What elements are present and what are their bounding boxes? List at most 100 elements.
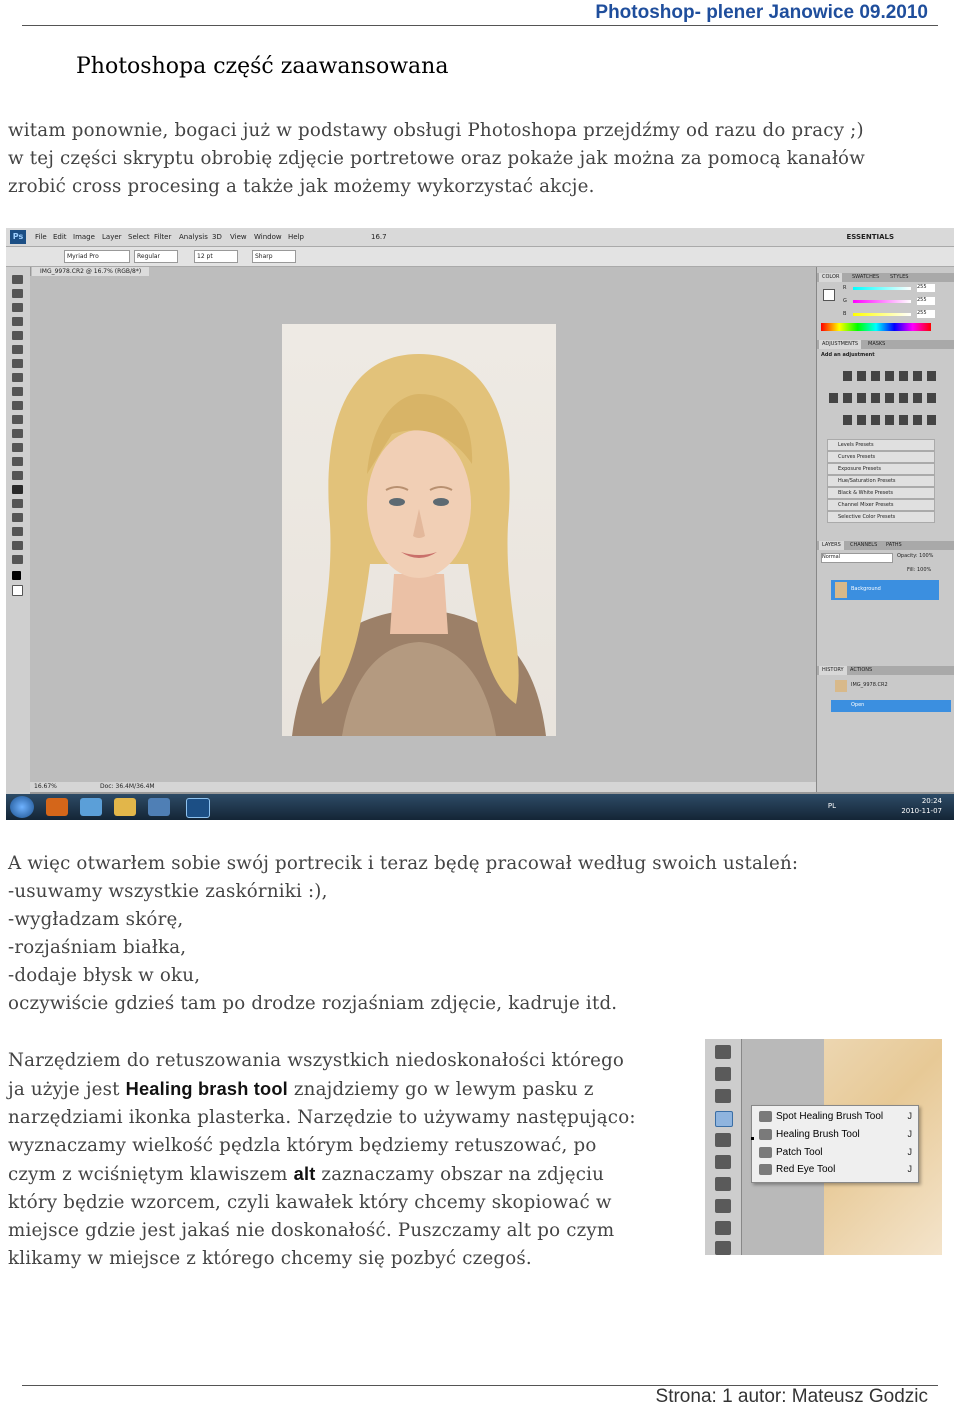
opacity-field[interactable]: Opacity: 100% <box>897 553 933 559</box>
font-family-select[interactable]: Myriad Pro <box>64 250 130 263</box>
flyout-item-spot-healing[interactable]: Spot Healing Brush Tool <box>776 1111 883 1122</box>
document-tab[interactable]: IMG_9978.CR2 @ 16.7% (RGB/8*) <box>32 267 150 276</box>
steps-line: -rozjaśniam białka, <box>8 937 187 958</box>
menu-item-3d[interactable]: 3D <box>212 233 222 241</box>
preset-item[interactable]: Curves Presets <box>827 451 935 463</box>
color-swatch-icon[interactable] <box>823 289 835 301</box>
eraser-tool-icon[interactable] <box>715 1199 731 1213</box>
channel-r-slider[interactable] <box>853 287 911 290</box>
preset-item[interactable]: Black & White Presets <box>827 487 935 499</box>
layer-row-background[interactable]: Background <box>831 580 939 600</box>
tab-swatches[interactable]: SWATCHES <box>849 273 882 282</box>
menu-item-window[interactable]: Window <box>254 233 282 241</box>
blend-mode-select[interactable]: Normal <box>821 553 893 563</box>
status-zoom[interactable]: 16.67% <box>34 782 57 792</box>
marquee-tool-icon[interactable] <box>12 289 23 298</box>
dodge-tool-icon[interactable] <box>12 457 23 466</box>
menu-item-image[interactable]: Image <box>73 233 95 241</box>
stamp-tool-icon[interactable] <box>715 1155 731 1169</box>
font-size-select[interactable]: 12 pt <box>194 250 238 263</box>
crop-tool-icon[interactable] <box>12 331 23 340</box>
brush-tool-icon[interactable] <box>715 1133 731 1147</box>
flyout-item-patch[interactable]: Patch Tool <box>776 1147 823 1158</box>
preset-item[interactable]: Hue/Saturation Presets <box>827 475 935 487</box>
flyout-item-red-eye[interactable]: Red Eye Tool <box>776 1164 835 1175</box>
tab-history[interactable]: HISTORY <box>819 666 847 675</box>
quick-select-tool-icon[interactable] <box>715 1045 731 1059</box>
quick-select-tool-icon[interactable] <box>12 317 23 326</box>
menu-item-layer[interactable]: Layer <box>102 233 122 241</box>
history-snapshot[interactable]: IMG_9978.CR2 <box>831 679 939 693</box>
antialias-select[interactable]: Sharp <box>252 250 296 263</box>
color-ramp[interactable] <box>821 323 931 331</box>
workspace-switcher[interactable]: ESSENTIALS <box>847 233 895 241</box>
language-indicator[interactable]: PL <box>828 802 836 810</box>
tab-masks[interactable]: MASKS <box>865 340 888 349</box>
eyedropper-tool-icon[interactable] <box>715 1089 731 1103</box>
adjustment-icons-row-1[interactable] <box>843 371 937 381</box>
history-step[interactable]: Open <box>831 700 951 712</box>
hand-tool-icon[interactable] <box>12 541 23 550</box>
blur-tool-icon[interactable] <box>12 443 23 452</box>
path-select-tool-icon[interactable] <box>12 499 23 508</box>
pen-tool-icon[interactable] <box>12 471 23 480</box>
document-tabs: IMG_9978.CR2 @ 16.7% (RGB/8*) <box>30 267 816 276</box>
folder-icon[interactable] <box>114 798 136 816</box>
start-button-icon[interactable] <box>10 796 34 818</box>
taskbar-clock[interactable]: 20:24 2010-11-07 <box>901 796 942 816</box>
lasso-tool-icon[interactable] <box>12 303 23 312</box>
tab-channels[interactable]: CHANNELS <box>847 541 880 550</box>
menu-item-select[interactable]: Select <box>128 233 150 241</box>
tab-adjustments[interactable]: ADJUSTMENTS <box>819 340 862 349</box>
preset-item[interactable]: Levels Presets <box>827 439 935 451</box>
3d-rotate-tool-icon[interactable] <box>12 527 23 536</box>
app-icon[interactable] <box>148 798 170 816</box>
foreground-color-icon[interactable] <box>12 571 21 580</box>
paint-bucket-tool-icon[interactable] <box>715 1221 731 1235</box>
history-brush-tool-icon[interactable] <box>715 1177 731 1191</box>
channel-b-value[interactable]: 255 <box>917 310 935 318</box>
tab-actions[interactable]: ACTIONS <box>847 666 875 675</box>
tab-layers[interactable]: LAYERS <box>819 541 844 550</box>
healing-brush-tool-icon[interactable] <box>715 1111 733 1127</box>
flyout-item-healing-brush[interactable]: Healing Brush Tool <box>776 1129 860 1140</box>
menu-item-view[interactable]: View <box>230 233 247 241</box>
menu-item-file[interactable]: File <box>35 233 47 241</box>
menu-item-analysis[interactable]: Analysis <box>179 233 208 241</box>
type-tool-icon[interactable] <box>12 485 23 494</box>
history-brush-tool-icon[interactable] <box>12 401 23 410</box>
menu-item-help[interactable]: Help <box>288 233 304 241</box>
app-icon[interactable] <box>80 798 102 816</box>
channel-b-slider[interactable] <box>853 313 911 316</box>
fill-field[interactable]: Fill: 100% <box>907 567 931 573</box>
menu-item-edit[interactable]: Edit <box>53 233 67 241</box>
preset-item[interactable]: Channel Mixer Presets <box>827 499 935 511</box>
crop-tool-icon[interactable] <box>715 1067 731 1081</box>
brush-tool-icon[interactable] <box>12 373 23 382</box>
shape-tool-icon[interactable] <box>12 513 23 522</box>
channel-g-value[interactable]: 255 <box>917 297 935 305</box>
menu-item-filter[interactable]: Filter <box>154 233 171 241</box>
adjustment-icons-row-2[interactable] <box>829 393 937 403</box>
tab-color[interactable]: COLOR <box>819 273 843 282</box>
adjustment-icons-row-3[interactable] <box>843 415 937 425</box>
channel-g-slider[interactable] <box>853 300 911 303</box>
move-tool-icon[interactable] <box>12 275 23 284</box>
stamp-tool-icon[interactable] <box>12 387 23 396</box>
blur-tool-icon[interactable] <box>715 1241 731 1255</box>
eyedropper-tool-icon[interactable] <box>12 345 23 354</box>
photoshop-task-icon[interactable] <box>186 798 210 818</box>
font-style-select[interactable]: Regular <box>134 250 178 263</box>
gradient-tool-icon[interactable] <box>12 429 23 438</box>
background-color-icon[interactable] <box>12 585 23 596</box>
preset-item[interactable]: Exposure Presets <box>827 463 935 475</box>
channel-r-value[interactable]: 255 <box>917 284 935 292</box>
zoom-box[interactable]: 16.7 <box>371 233 387 241</box>
firefox-icon[interactable] <box>46 798 68 816</box>
tab-paths[interactable]: PATHS <box>883 541 905 550</box>
healing-tool-icon[interactable] <box>12 359 23 368</box>
preset-item[interactable]: Selective Color Presets <box>827 511 935 523</box>
zoom-tool-icon[interactable] <box>12 555 23 564</box>
tab-styles[interactable]: STYLES <box>887 273 911 282</box>
eraser-tool-icon[interactable] <box>12 415 23 424</box>
